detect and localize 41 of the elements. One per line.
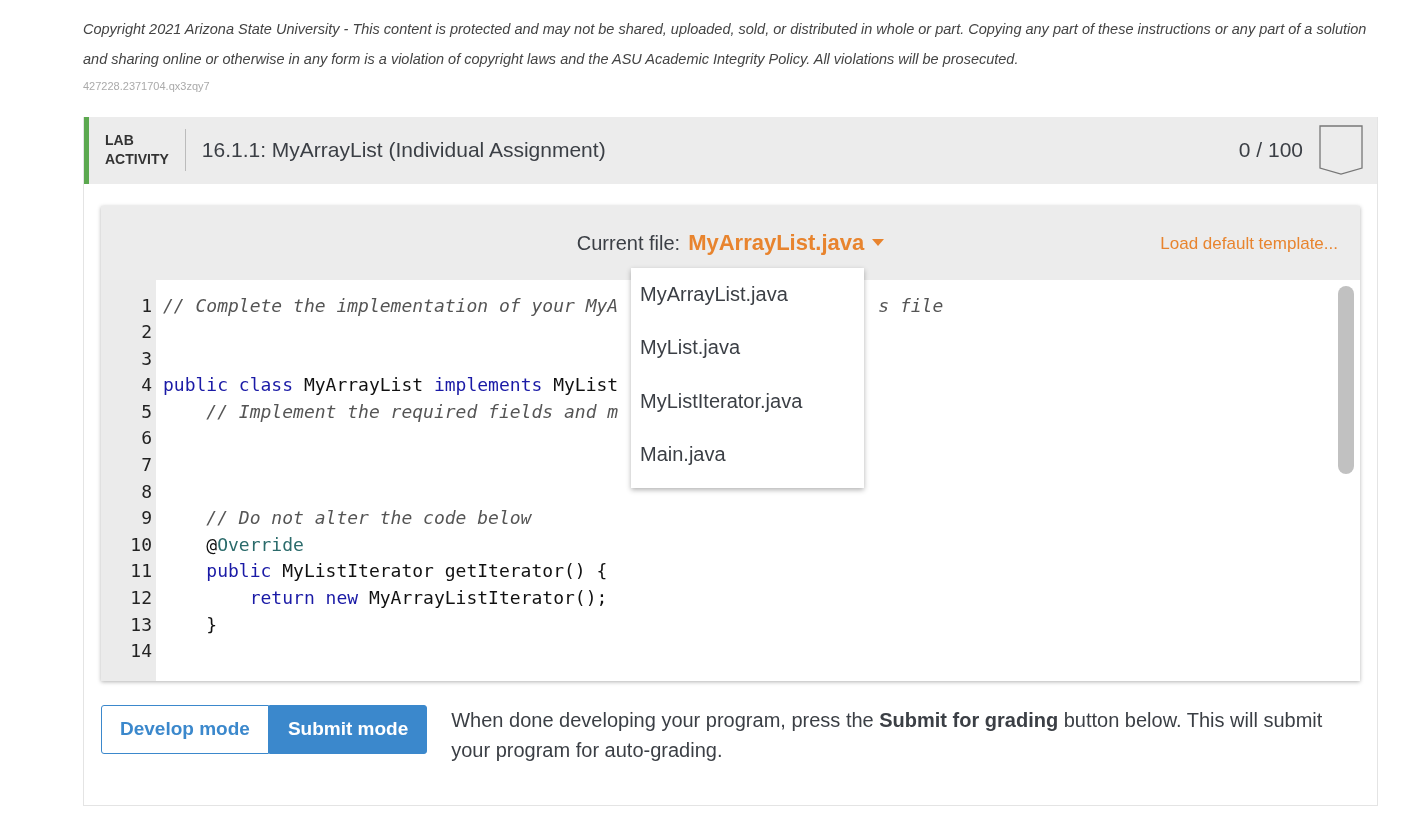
content-id: 427228.2371704.qx3zqy7 [83, 79, 211, 94]
code-editor[interactable] [101, 279, 1360, 681]
file-menu-item[interactable]: MyListIterator.java [631, 377, 864, 431]
code-line: // Do not alter the code below [205, 507, 532, 529]
line-number: 5 [140, 399, 153, 424]
mode-toggle[interactable]: Submit mode [268, 704, 428, 754]
line-number: 1 [140, 293, 153, 318]
line-number: 12 [129, 586, 153, 611]
activity-type: ACTIVITY [105, 150, 169, 169]
code-line: // Complete the implementation of your MyA [163, 294, 619, 316]
mode-toggle[interactable]: Develop mode [101, 704, 269, 754]
code-line: public class MyArrayList implements MyList [163, 374, 619, 396]
activity-type: LAB [105, 131, 135, 150]
scrollbar[interactable] [1338, 285, 1354, 474]
line-number: 10 [129, 532, 153, 557]
line-number: 7 [140, 453, 153, 478]
line-number: 4 [140, 373, 153, 398]
file-menu-item[interactable]: MyArrayList.java [631, 270, 864, 324]
file-menu-item[interactable]: MyList.java [631, 324, 864, 378]
line-number: 6 [140, 426, 153, 451]
line-number: 2 [140, 320, 153, 345]
line-number: 3 [140, 346, 153, 371]
current-file-label: Current file: [576, 230, 681, 256]
line-number: 8 [140, 479, 153, 504]
code-line: public MyListIterator getIterator() { [205, 560, 608, 582]
code-line: } [205, 613, 218, 635]
activity-title: 16.1.1: MyArrayList (Individual Assignment) [201, 137, 607, 164]
instructions-text: When done developing your program, press the Submit for grading button below. This will submit your program for auto-grading. [451, 707, 1324, 763]
score: 0 / 100 [1238, 137, 1303, 164]
copyright-notice: Copyright 2021 Arizona State University - This content is protected and may not be shared, uploaded, sold, or distributed in whole or part. Copying any part of these instructions or any part of a solution and sharing online or otherwise in any form is a violation of copyright laws and the ASU Academic Integrity Policy. All violations will be prosecuted. [83, 20, 1368, 69]
line-number: 9 [140, 506, 153, 531]
code-line: s file [878, 294, 944, 316]
line-number: 14 [129, 639, 153, 664]
file-menu-item[interactable]: Main.java [631, 431, 864, 485]
line-number: 11 [129, 559, 153, 584]
code-line: return new MyArrayListIterator(); [248, 587, 608, 609]
line-number: 13 [129, 612, 153, 637]
code-line: @Override [205, 533, 304, 555]
completion-badge-icon [1319, 125, 1363, 175]
caret-icon [872, 239, 885, 246]
code-line: // Implement the required fields and m [205, 400, 619, 422]
